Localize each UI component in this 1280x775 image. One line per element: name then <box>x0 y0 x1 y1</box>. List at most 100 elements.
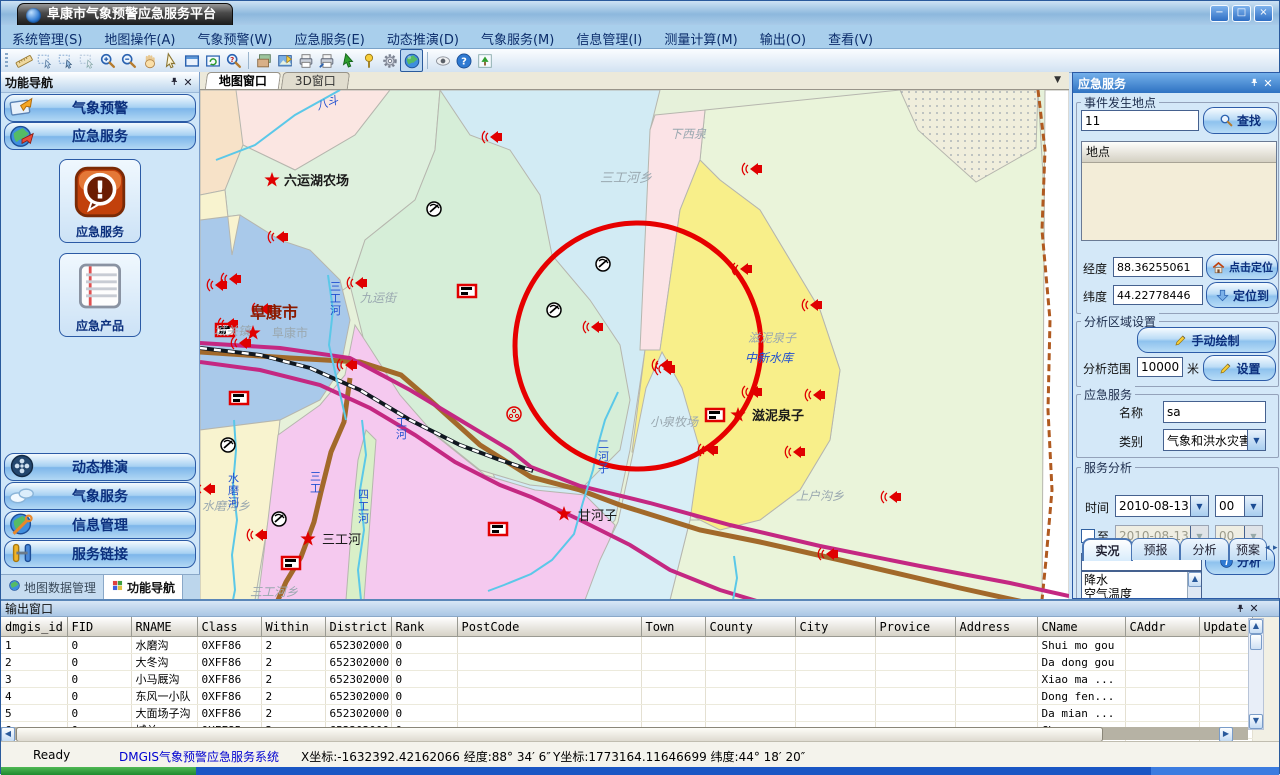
click-locate-button[interactable]: 点击定位 <box>1206 254 1278 280</box>
panel-tab-功能导航[interactable]: 功能导航 <box>104 575 183 599</box>
location-search-input[interactable] <box>1081 110 1199 131</box>
refresh-icon[interactable] <box>202 50 223 71</box>
menu-item[interactable]: 查看(V) <box>817 25 884 48</box>
pin-icon[interactable] <box>1233 602 1247 616</box>
nav-group-气象服务[interactable]: 气象服务 <box>4 482 196 510</box>
scroll-thumb[interactable] <box>16 727 1103 742</box>
column-header-RNAME[interactable]: RNAME <box>131 617 197 637</box>
table-row[interactable]: 20大冬沟0XFF8626523020000Da dong gou <box>1 654 1252 671</box>
table-row[interactable]: 10水磨沟0XFF8626523020000Shui mo gou <box>1 637 1252 654</box>
table-row[interactable]: 50大面场子沟0XFF8626523020000Da mian ... <box>1 705 1252 722</box>
tabs-scroll-right-icon[interactable]: ▸ <box>1273 543 1278 553</box>
flag-icon[interactable] <box>706 409 724 421</box>
manual-draw-button[interactable]: 手动绘制 <box>1137 327 1276 353</box>
column-header-PostCode[interactable]: PostCode <box>457 617 641 637</box>
help-icon[interactable]: ? <box>453 50 474 71</box>
identify-icon[interactable]: ? <box>223 50 244 71</box>
zoom-in-icon[interactable] <box>97 50 118 71</box>
menu-item[interactable]: 气象预警(W) <box>186 25 283 48</box>
column-header-CAddr[interactable]: CAddr <box>1125 617 1199 637</box>
maximize-button[interactable]: □ <box>1232 5 1251 22</box>
column-header-Update[interactable]: Update <box>1199 617 1252 637</box>
service-type-combo[interactable]: 气象和洪水灾害 ▼ <box>1163 429 1266 451</box>
eye-icon[interactable] <box>432 50 453 71</box>
locate-to-button[interactable]: 定位到 <box>1206 282 1278 308</box>
pin-icon[interactable] <box>1247 76 1261 90</box>
column-header-District[interactable]: District <box>325 617 391 637</box>
longitude-input[interactable] <box>1113 257 1203 277</box>
map-tab-3D窗口[interactable]: 3D窗口 <box>281 72 350 89</box>
map-canvas[interactable]: 六运湖农场三工河乡下西泉九运街阜康市城关镇阜康市甘河子三工河小泉牧场滋泥泉子上户… <box>200 90 1069 600</box>
element-item[interactable]: 降水 <box>1084 573 1187 587</box>
menu-item[interactable]: 应急服务(E) <box>283 25 375 48</box>
close-button[interactable]: × <box>1254 5 1273 22</box>
column-header-FID[interactable]: FID <box>67 617 131 637</box>
scroll-thumb[interactable] <box>1250 634 1262 650</box>
select-cursor-icon[interactable] <box>55 50 76 71</box>
nav-group-信息管理[interactable]: 信息管理 <box>4 511 196 539</box>
menu-item[interactable]: 气象服务(M) <box>470 25 565 48</box>
column-header-Class[interactable]: Class <box>197 617 261 637</box>
mine-icon[interactable] <box>221 438 235 452</box>
column-header-Provice[interactable]: Provice <box>875 617 955 637</box>
flag-icon[interactable] <box>230 392 248 404</box>
element-listbox[interactable]: 降水空气温度 ▲ <box>1081 571 1202 599</box>
service-name-input[interactable] <box>1163 401 1266 423</box>
dropdown-arrow-icon[interactable]: ▼ <box>1190 496 1208 516</box>
nav-group-应急服务[interactable]: 应急服务 <box>4 122 196 150</box>
shortcut-应急服务[interactable]: !应急服务 <box>59 159 141 243</box>
ruler-icon[interactable] <box>13 50 34 71</box>
pin-icon[interactable] <box>167 75 181 89</box>
close-icon[interactable]: ✕ <box>1261 76 1275 90</box>
analysis-tab-预报[interactable]: 预报 <box>1131 538 1180 560</box>
range-set-button[interactable]: 设置 <box>1203 355 1276 381</box>
pointer-icon[interactable] <box>160 50 181 71</box>
layers-icon[interactable] <box>253 50 274 71</box>
element-item[interactable]: 空气温度 <box>1084 587 1187 599</box>
location-list-header[interactable]: 地点 <box>1082 142 1276 163</box>
mine-icon[interactable] <box>272 512 286 526</box>
nav-group-服务链接[interactable]: 服务链接 <box>4 540 196 568</box>
latitude-input[interactable] <box>1113 285 1203 305</box>
menu-item[interactable]: 系统管理(S) <box>1 25 93 48</box>
mine-icon[interactable] <box>596 257 610 271</box>
analysis-tab-分析[interactable]: 分析 <box>1180 538 1229 560</box>
mine-icon[interactable] <box>427 202 441 216</box>
flag-icon[interactable] <box>282 557 300 569</box>
tabs-scroll-left-icon[interactable]: ◂ <box>1265 543 1270 553</box>
location-list[interactable]: 地点 <box>1081 141 1277 241</box>
green-arrow-icon[interactable] <box>337 50 358 71</box>
map-tab-地图窗口[interactable]: 地图窗口 <box>205 72 281 89</box>
menu-item[interactable]: 信息管理(I) <box>565 25 653 48</box>
column-header-CName[interactable]: CName <box>1037 617 1125 637</box>
analysis-tab-预案[interactable]: 预案 <box>1229 538 1267 560</box>
dropdown-arrow-icon[interactable]: ▼ <box>1247 430 1265 450</box>
search-button[interactable]: 查找 <box>1203 107 1277 134</box>
minimize-button[interactable]: − <box>1210 5 1229 22</box>
flag-icon[interactable] <box>489 523 507 535</box>
vertical-scrollbar[interactable]: ▲ ▼ <box>1248 618 1264 730</box>
date-combo[interactable]: 2010-08-13 ▼ <box>1115 495 1209 517</box>
range-input[interactable] <box>1137 357 1183 377</box>
globe-icon[interactable] <box>400 49 423 72</box>
column-header-Address[interactable]: Address <box>955 617 1037 637</box>
gear-icon[interactable] <box>379 50 400 71</box>
print-preview-icon[interactable] <box>316 50 337 71</box>
scroll-up-icon[interactable]: ▲ <box>1188 572 1202 587</box>
panel-tab-地图数据管理[interactable]: 地图数据管理 <box>1 575 104 599</box>
menu-item[interactable]: 输出(O) <box>749 25 817 48</box>
select-box-icon[interactable] <box>34 50 55 71</box>
horizontal-scrollbar[interactable]: ◀ ▶ <box>1 727 1248 740</box>
nav-group-气象预警[interactable]: 气象预警 <box>4 94 196 122</box>
shortcut-应急产品[interactable]: 应急产品 <box>59 253 141 337</box>
column-header-Within[interactable]: Within <box>261 617 325 637</box>
menu-item[interactable]: 动态推演(D) <box>376 25 470 48</box>
dropdown-arrow-icon[interactable]: ▼ <box>1244 496 1262 516</box>
column-header-Rank[interactable]: Rank <box>391 617 457 637</box>
zoom-out-icon[interactable] <box>118 50 139 71</box>
scroll-left-icon[interactable]: ◀ <box>1 727 15 742</box>
scroll-down-icon[interactable]: ▼ <box>1249 714 1263 729</box>
column-header-City[interactable]: City <box>795 617 875 637</box>
listbox-scrollbar[interactable]: ▲ <box>1187 572 1201 599</box>
map-export-icon[interactable] <box>274 50 295 71</box>
